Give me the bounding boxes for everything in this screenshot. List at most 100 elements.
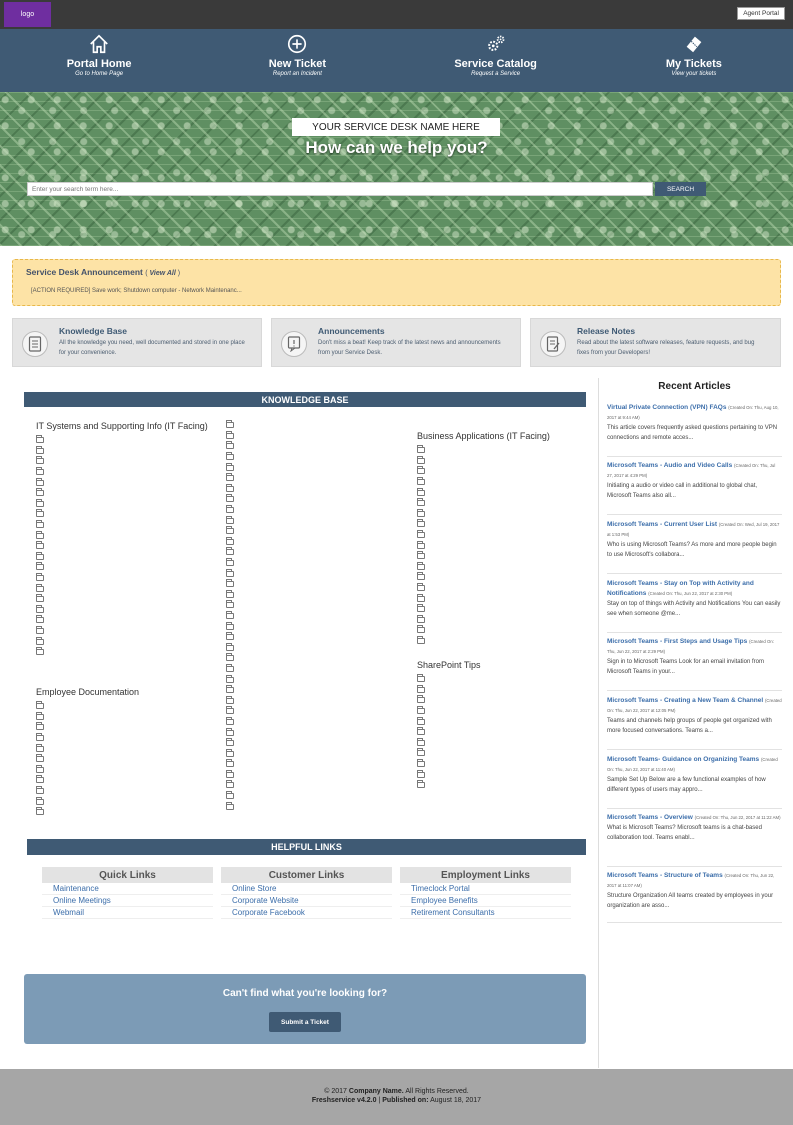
kb-folder[interactable] bbox=[226, 695, 411, 706]
kb-folder[interactable] bbox=[36, 583, 221, 594]
kb-folder[interactable] bbox=[226, 621, 411, 632]
kb-folder[interactable] bbox=[36, 541, 221, 552]
helpful-link[interactable]: Webmail bbox=[42, 907, 213, 919]
kb-folder[interactable] bbox=[36, 722, 221, 733]
recent-article[interactable]: Microsoft Teams - Audio and Video Calls … bbox=[607, 461, 782, 515]
recent-article[interactable]: Virtual Private Connection (VPN) FAQs (C… bbox=[607, 403, 782, 457]
kb-folder[interactable] bbox=[36, 509, 221, 520]
card-release-notes[interactable]: Release Notes Read about the latest soft… bbox=[530, 318, 781, 367]
kb-folder[interactable] bbox=[417, 674, 587, 685]
kb-folder[interactable] bbox=[417, 625, 587, 636]
kb-folder[interactable] bbox=[226, 780, 411, 791]
kb-folder[interactable] bbox=[36, 711, 221, 723]
kb-folder[interactable] bbox=[36, 786, 221, 797]
kb-folder[interactable] bbox=[36, 615, 221, 626]
kb-folder[interactable] bbox=[417, 540, 587, 551]
kb-folder[interactable] bbox=[226, 526, 411, 537]
kb-folder[interactable] bbox=[226, 716, 411, 728]
kb-folder[interactable] bbox=[36, 743, 221, 754]
kb-folder[interactable] bbox=[36, 573, 221, 584]
article-title[interactable]: Microsoft Teams - Structure of Teams bbox=[607, 872, 723, 879]
kb-folder[interactable] bbox=[417, 572, 587, 583]
recent-article[interactable]: Microsoft Teams - Current User List (Cre… bbox=[607, 520, 782, 574]
kb-folder[interactable] bbox=[226, 706, 411, 717]
recent-article[interactable]: Microsoft Teams - Stay on Top with Activ… bbox=[607, 579, 782, 633]
kb-folder[interactable] bbox=[226, 769, 411, 781]
kb-category-title[interactable]: IT Systems and Supporting Info (IT Facin… bbox=[36, 420, 221, 433]
recent-article[interactable]: Microsoft Teams - First Steps and Usage … bbox=[607, 637, 782, 691]
kb-folder[interactable] bbox=[417, 684, 587, 696]
search-button[interactable]: SEARCH bbox=[655, 182, 706, 196]
kb-folder[interactable] bbox=[226, 579, 411, 590]
kb-folder[interactable] bbox=[417, 737, 587, 749]
kb-folder[interactable] bbox=[226, 610, 411, 622]
recent-article[interactable]: Microsoft Teams - Structure of Teams (Cr… bbox=[607, 871, 782, 923]
kb-folder[interactable] bbox=[226, 632, 411, 643]
kb-folder[interactable] bbox=[36, 467, 221, 478]
helpful-link[interactable]: Employee Benefits bbox=[400, 895, 571, 907]
kb-folder[interactable] bbox=[417, 498, 587, 509]
kb-folder[interactable] bbox=[226, 727, 411, 738]
article-title[interactable]: Microsoft Teams - Creating a New Team & … bbox=[607, 697, 763, 704]
kb-folder[interactable] bbox=[36, 435, 221, 446]
kb-folder[interactable] bbox=[226, 674, 411, 685]
article-title[interactable]: Microsoft Teams - Audio and Video Calls bbox=[607, 462, 732, 469]
kb-folder[interactable] bbox=[226, 685, 411, 696]
helpful-link[interactable]: Retirement Consultants bbox=[400, 907, 571, 919]
kb-folder[interactable] bbox=[36, 647, 221, 658]
submit-ticket-button[interactable]: Submit a Ticket bbox=[269, 1012, 341, 1032]
kb-folder[interactable] bbox=[226, 791, 411, 802]
kb-folder[interactable] bbox=[36, 551, 221, 563]
kb-folder[interactable] bbox=[417, 519, 587, 530]
kb-folder[interactable] bbox=[226, 515, 411, 526]
kb-folder[interactable] bbox=[417, 466, 587, 477]
kb-folder[interactable] bbox=[417, 727, 587, 738]
recent-article[interactable]: Microsoft Teams - Overview (Created On: … bbox=[607, 813, 782, 867]
helpful-link[interactable]: Online Meetings bbox=[42, 895, 213, 907]
kb-folder[interactable] bbox=[36, 807, 221, 818]
card-announcements[interactable]: Announcements Don't miss a beat! Keep tr… bbox=[271, 318, 521, 367]
kb-folder[interactable] bbox=[417, 593, 587, 604]
kb-folder[interactable] bbox=[36, 530, 221, 541]
kb-folder[interactable] bbox=[417, 530, 587, 541]
nav-service-catalog[interactable]: Service Catalog Request a Service bbox=[397, 29, 595, 92]
kb-folder[interactable] bbox=[226, 589, 411, 601]
kb-folder[interactable] bbox=[417, 561, 587, 573]
kb-category-title[interactable]: SharePoint Tips bbox=[417, 659, 587, 672]
kb-folder[interactable] bbox=[36, 764, 221, 776]
kb-folder[interactable] bbox=[417, 604, 587, 615]
article-title[interactable]: Microsoft Teams - Overview bbox=[607, 814, 693, 821]
kb-folder[interactable] bbox=[36, 604, 221, 616]
kb-folder[interactable] bbox=[36, 477, 221, 488]
logo[interactable]: logo bbox=[4, 2, 51, 27]
kb-folder[interactable] bbox=[36, 488, 221, 499]
kb-folder[interactable] bbox=[226, 483, 411, 495]
kb-folder[interactable] bbox=[417, 614, 587, 626]
kb-folder[interactable] bbox=[417, 769, 587, 780]
article-title[interactable]: Microsoft Teams - First Steps and Usage … bbox=[607, 638, 747, 645]
kb-folder[interactable] bbox=[417, 780, 587, 791]
card-knowledge-base[interactable]: Knowledge Base All the knowledge you nee… bbox=[12, 318, 262, 367]
recent-article[interactable]: Microsoft Teams- Guidance on Organizing … bbox=[607, 755, 782, 809]
kb-folder[interactable] bbox=[226, 547, 411, 558]
kb-folder[interactable] bbox=[226, 759, 411, 770]
kb-folder[interactable] bbox=[226, 462, 411, 473]
kb-folder[interactable] bbox=[417, 716, 587, 727]
kb-folder[interactable] bbox=[417, 759, 587, 770]
kb-folder[interactable] bbox=[36, 636, 221, 647]
nav-new-ticket[interactable]: New Ticket Report an Incident bbox=[198, 29, 396, 92]
kb-folder[interactable] bbox=[417, 487, 587, 498]
kb-folder[interactable] bbox=[417, 445, 587, 456]
nav-my-tickets[interactable]: My Tickets View your tickets bbox=[595, 29, 793, 92]
kb-folder[interactable] bbox=[417, 455, 587, 467]
helpful-link[interactable]: Timeclock Portal bbox=[400, 883, 571, 895]
kb-folder[interactable] bbox=[417, 477, 587, 488]
kb-category-title[interactable]: Business Applications (IT Facing) bbox=[417, 430, 587, 443]
kb-folder[interactable] bbox=[36, 701, 221, 712]
helpful-link[interactable]: Corporate Website bbox=[221, 895, 392, 907]
kb-folder[interactable] bbox=[36, 498, 221, 510]
kb-folder[interactable] bbox=[36, 562, 221, 573]
kb-folder[interactable] bbox=[226, 663, 411, 675]
helpful-link[interactable]: Corporate Facebook bbox=[221, 907, 392, 919]
kb-folder[interactable] bbox=[417, 583, 587, 594]
